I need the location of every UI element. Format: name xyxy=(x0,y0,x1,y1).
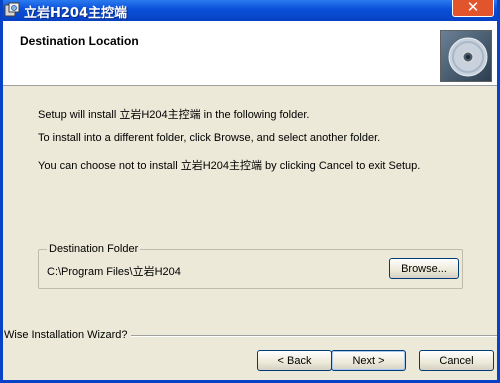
install-info-text: Setup will install 立岩H204主控端 in the foll… xyxy=(38,109,310,121)
close-button[interactable]: ✕ xyxy=(452,0,494,17)
destination-path: C:\Program Files\立岩H204 xyxy=(47,266,181,278)
cancel-info-text: You can choose not to install 立岩H204主控端 … xyxy=(38,160,421,172)
window-title: 立岩H204主控端 xyxy=(24,6,128,21)
title-bar[interactable]: 立岩H204主控端 ✕ xyxy=(3,0,497,21)
next-button-label: Next > xyxy=(352,354,385,367)
browse-button-label: Browse... xyxy=(401,262,447,275)
header-panel: Destination Location xyxy=(3,21,497,86)
back-button[interactable]: < Back xyxy=(257,350,332,371)
wizard-label: Wise Installation Wizard? xyxy=(4,329,128,341)
close-icon: ✕ xyxy=(466,0,480,16)
cancel-button-label: Cancel xyxy=(439,354,474,367)
cancel-button[interactable]: Cancel xyxy=(419,350,494,371)
setup-dialog: 立岩H204主控端 ✕ Destination Location Setup w… xyxy=(0,0,500,383)
installer-icon xyxy=(4,2,20,17)
footer-divider xyxy=(131,335,497,337)
next-button[interactable]: Next > xyxy=(331,350,406,371)
destination-folder-label: Destination Folder xyxy=(47,243,141,255)
browse-info-text: To install into a different folder, clic… xyxy=(38,132,381,144)
page-title: Destination Location xyxy=(20,34,139,48)
browse-button[interactable]: Browse... xyxy=(389,258,459,279)
back-button-label: < Back xyxy=(277,354,312,367)
cd-disc-icon xyxy=(440,30,492,82)
